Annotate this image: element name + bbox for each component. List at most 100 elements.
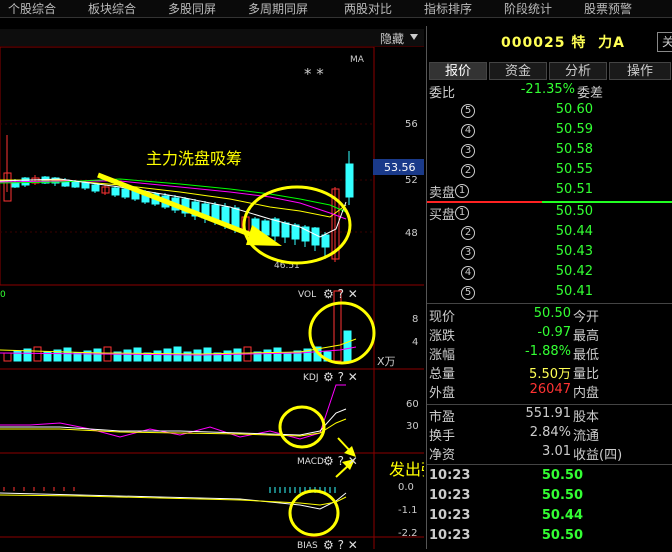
candle-body: [345, 163, 354, 198]
volume-bars[interactable]: [0, 290, 357, 362]
ask-row[interactable]: 5 50.60: [427, 102, 672, 122]
price-tag: 53.56: [384, 161, 416, 174]
close-icon[interactable]: ✕: [348, 370, 358, 384]
tab-stock-alert[interactable]: 股票预警: [584, 1, 632, 17]
macd-tick-0: 0.0: [398, 482, 414, 493]
volume-bar: [3, 352, 12, 362]
close-icon[interactable]: ✕: [348, 287, 358, 301]
gear-icon[interactable]: ⚙: [323, 538, 334, 552]
stat-value: -0.97: [537, 325, 571, 340]
tab-indicator-sort[interactable]: 指标排序: [424, 1, 472, 17]
stat-right-label: 今开: [573, 310, 600, 325]
hide-button[interactable]: 隐藏: [380, 30, 404, 47]
chevron-down-icon[interactable]: [410, 34, 418, 40]
close-button[interactable]: 关: [657, 32, 672, 52]
highlight-circle-kdj: [278, 405, 326, 449]
tab-multi-period[interactable]: 多周期同屏: [248, 1, 308, 17]
stat-label: 涨幅: [429, 348, 456, 363]
stat-label: 涨跌: [429, 329, 456, 344]
volume-bar: [273, 347, 282, 362]
stat-value: 551.91: [525, 406, 572, 421]
weibi-row: 委比 -21.35% 委差: [427, 82, 672, 102]
tick-row: 10:23 50.44: [427, 508, 672, 528]
candle-body: [81, 182, 90, 189]
help-icon[interactable]: ?: [338, 454, 344, 468]
level-circle-icon: 1: [455, 206, 469, 220]
gear-icon[interactable]: ⚙: [323, 370, 334, 384]
kdj-lines: [0, 384, 347, 440]
stat-row: 涨跌 -0.97 最高: [427, 325, 672, 345]
tab-stock-overview[interactable]: 个股综合: [8, 1, 56, 17]
gear-icon[interactable]: ⚙: [323, 287, 334, 301]
stat-right-label: 最低: [573, 348, 600, 363]
tab-period-stats[interactable]: 阶段统计: [504, 1, 552, 17]
stat-label: 外盘: [429, 386, 456, 401]
book-price: 50.59: [555, 122, 593, 137]
price-tick-56: 56: [405, 119, 418, 130]
close-icon[interactable]: ✕: [348, 454, 358, 468]
vol-title: VOL: [298, 290, 316, 300]
bid-row[interactable]: 买盘 1 50.50: [427, 204, 672, 224]
price-tick-52: 52: [405, 175, 418, 186]
tab-compare[interactable]: 两股对比: [344, 1, 392, 17]
ask-row[interactable]: 3 50.58: [427, 142, 672, 162]
kdj-tick-60: 60: [406, 399, 419, 410]
stock-name: 特 力A: [571, 35, 625, 51]
chart-area: MA * * 56 52 48 53.56 46.51 主力洗盘吸筹 VOL 0…: [0, 47, 424, 549]
kdj-tick-30: 30: [406, 421, 419, 432]
book-price: 50.58: [555, 142, 593, 157]
ask-row[interactable]: 卖盘 1 50.51: [427, 182, 672, 202]
level-circle-icon: 4: [461, 124, 475, 138]
ask-row[interactable]: 2 50.55: [427, 162, 672, 182]
help-icon[interactable]: ?: [338, 538, 344, 552]
macd-tick-2: -2.2: [398, 528, 418, 539]
tick-time: 10:23: [429, 488, 471, 503]
tab-sector-overview[interactable]: 板块综合: [88, 1, 136, 17]
tab-analysis[interactable]: 分析: [549, 62, 607, 80]
bid-row[interactable]: 5 50.41: [427, 284, 672, 304]
level-circle-icon: 5: [461, 104, 475, 118]
candle-body: [301, 226, 310, 242]
volume-bar: [93, 348, 102, 362]
tick-time: 10:23: [429, 468, 471, 483]
tick-row: 10:23 50.50: [427, 468, 672, 488]
bias-title: BIAS: [297, 541, 318, 549]
bid-row[interactable]: 4 50.42: [427, 264, 672, 284]
tab-multi-stock[interactable]: 多股同屏: [168, 1, 216, 17]
stock-title: 000025 特 力A: [501, 32, 625, 52]
volume-bar: [153, 350, 162, 362]
volume-bar: [123, 349, 132, 362]
stat-row: 现价 50.50 今开: [427, 306, 672, 326]
vol-unit: X万: [377, 355, 396, 368]
stat-label: 换手: [429, 429, 456, 444]
tab-capital[interactable]: 资金: [489, 62, 547, 80]
tick-price: 50.50: [541, 528, 583, 543]
vol-tick-4: 4: [412, 337, 418, 348]
level-circle-icon: 5: [461, 286, 475, 300]
volume-bar: [33, 346, 42, 362]
help-icon[interactable]: ?: [338, 370, 344, 384]
tab-operate[interactable]: 操作: [609, 62, 671, 80]
volume-bar: [223, 350, 232, 362]
volume-bar: [13, 350, 22, 362]
level-circle-icon: 3: [461, 246, 475, 260]
highlight-circle-macd: [288, 489, 340, 537]
highlight-circle-vol: [308, 301, 376, 365]
stars-label: * *: [304, 65, 324, 83]
macd-title: MACD: [297, 457, 324, 467]
volume-bar: [343, 330, 352, 362]
help-icon[interactable]: ?: [338, 287, 344, 301]
volume-bar: [63, 347, 72, 362]
book-side-label: 卖盘: [429, 186, 456, 201]
close-icon[interactable]: ✕: [348, 538, 358, 552]
tab-quote[interactable]: 报价: [429, 62, 487, 80]
bid-row[interactable]: 2 50.44: [427, 224, 672, 244]
weibi-label: 委比: [429, 86, 456, 101]
bid-row[interactable]: 3 50.43: [427, 244, 672, 264]
volume-bar: [183, 351, 192, 362]
gear-icon[interactable]: ⚙: [323, 454, 334, 468]
book-separator-buy: [542, 201, 672, 203]
book-price: 50.60: [555, 102, 593, 117]
stat-right-label: 最高: [573, 329, 600, 344]
ask-row[interactable]: 4 50.59: [427, 122, 672, 142]
